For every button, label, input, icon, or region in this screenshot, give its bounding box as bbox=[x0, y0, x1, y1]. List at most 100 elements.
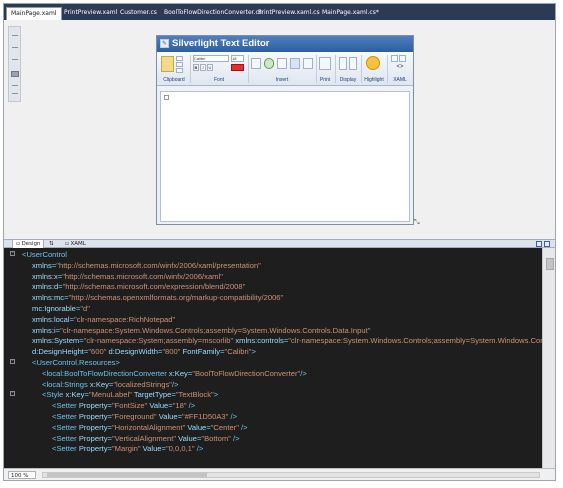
editor-scroll-thumb[interactable] bbox=[546, 258, 554, 270]
code-token: > bbox=[213, 390, 219, 400]
code-line[interactable]: xmlns:x="http://schemas.microsoft.com/wi… bbox=[32, 272, 223, 283]
tab-mainpage-xaml-cs[interactable]: MainPage.xaml.cs* bbox=[318, 7, 383, 20]
code-line[interactable]: <Style x:Key="MenuLabel" TargetType="Tex… bbox=[42, 390, 218, 401]
code-token: /> bbox=[238, 422, 248, 432]
editor-hscroll-thumb[interactable] bbox=[47, 473, 207, 477]
format-painter-icon[interactable] bbox=[176, 68, 183, 73]
code-token: Setter bbox=[56, 412, 77, 421]
code-line[interactable]: <UserControl bbox=[22, 250, 67, 261]
swap-panes-button[interactable]: ⇅ bbox=[46, 240, 57, 248]
code-token: Value bbox=[185, 422, 207, 432]
tab-mainpage-xaml[interactable]: MainPage.xaml bbox=[6, 7, 62, 20]
insert-hyperlink-icon[interactable] bbox=[264, 58, 274, 69]
zoom-slider-thumb[interactable] bbox=[11, 71, 19, 77]
zoom-level-select[interactable]: 100 % bbox=[8, 471, 36, 479]
code-token: "http://schemas.microsoft.com/expression… bbox=[62, 282, 246, 292]
code-line[interactable]: <Setter Property="HorizontalAlignment" V… bbox=[52, 423, 248, 434]
code-line[interactable]: <local:BoolToFlowDirectionConverter x:Ke… bbox=[42, 369, 307, 380]
ribbon-toolbar: Clipboard Calibri 18 B I U Font Insert P… bbox=[157, 52, 413, 86]
code-token: /> bbox=[186, 401, 196, 411]
display-page-icon[interactable] bbox=[339, 57, 347, 70]
code-line[interactable]: <Setter Property="FontSize" Value="18" /… bbox=[52, 401, 195, 412]
code-token: "BoolToFlowDirectionConverter" bbox=[192, 368, 301, 378]
collapse-toggle-icon[interactable]: - bbox=[10, 391, 15, 396]
code-token: /> bbox=[171, 379, 179, 389]
text-caret-marker bbox=[164, 95, 169, 100]
code-token: UserControl.Resources bbox=[36, 358, 116, 367]
highlight-sun-icon[interactable] bbox=[366, 56, 380, 70]
tab-printpreview-xaml-cs[interactable]: PrintPreview.xaml.cs bbox=[254, 7, 324, 20]
code-token: FontFamily bbox=[180, 347, 221, 357]
code-line[interactable]: d:DesignHeight="600" d:DesignWidth="800"… bbox=[32, 347, 256, 358]
tab-printpreview-xaml[interactable]: PrintPreview.xaml bbox=[60, 7, 121, 20]
editor-vertical-scrollbar[interactable] bbox=[542, 248, 555, 468]
zoom-slider-notch bbox=[12, 35, 18, 36]
collapse-toggle-icon[interactable]: - bbox=[10, 359, 15, 364]
tab-design[interactable]: ▫ Design bbox=[12, 240, 45, 248]
tab-xaml-label: XAML bbox=[70, 241, 86, 247]
display-draft-icon[interactable] bbox=[349, 57, 357, 70]
zoom-slider-notch bbox=[12, 47, 18, 48]
code-token: "Calibri" bbox=[224, 347, 252, 357]
horizontal-split-icon[interactable] bbox=[536, 241, 542, 247]
insert-datagrid-icon[interactable] bbox=[303, 58, 313, 69]
code-line[interactable]: xmlns="http://schemas.microsoft.com/winf… bbox=[32, 261, 261, 272]
code-line[interactable]: <UserControl.Resources> bbox=[32, 358, 120, 369]
bold-button[interactable]: B bbox=[193, 64, 199, 71]
font-size-select[interactable]: 18 bbox=[231, 55, 244, 62]
paste-icon[interactable] bbox=[161, 56, 174, 72]
insert-calendar-icon[interactable] bbox=[290, 58, 300, 69]
code-line[interactable]: <local:Strings x:Key="localizedStrings"/… bbox=[42, 380, 178, 391]
code-line[interactable]: mc:Ignorable="d" bbox=[32, 304, 90, 315]
code-line[interactable]: xmlns:System="clr-namespace:System;assem… bbox=[32, 336, 555, 347]
font-color-picker[interactable] bbox=[231, 64, 244, 71]
group-separator bbox=[248, 55, 249, 83]
code-line[interactable]: xmlns:local="clr-namespace:RichNotepad" bbox=[32, 315, 175, 326]
group-label-print: Print bbox=[319, 77, 331, 83]
code-token: "Margin" bbox=[111, 444, 141, 454]
code-line[interactable]: xmlns:d="http://schemas.microsoft.com/ex… bbox=[32, 282, 245, 293]
underline-button[interactable]: U bbox=[207, 64, 213, 71]
resize-grip-icon[interactable]: ⤡ bbox=[414, 219, 420, 226]
code-token: "Foreground" bbox=[111, 412, 157, 421]
code-token: "localizedStrings" bbox=[113, 379, 172, 389]
code-token: Value bbox=[176, 433, 197, 443]
xaml-view-icon[interactable]: <> bbox=[391, 64, 409, 70]
xaml-open-icon[interactable] bbox=[399, 55, 406, 62]
silverlight-app-preview[interactable]: ✎ Silverlight Text Editor Clipboard Cali… bbox=[156, 35, 414, 225]
group-label-clipboard: Clipboard bbox=[163, 77, 185, 83]
code-token: x:Key bbox=[63, 390, 85, 400]
code-line[interactable]: <Setter Property="Margin" Value="0,0,0,1… bbox=[52, 444, 203, 455]
tab-xaml[interactable]: ▫ XAML bbox=[62, 240, 89, 248]
insert-datetime-icon[interactable] bbox=[277, 58, 287, 69]
print-icon[interactable] bbox=[319, 57, 331, 70]
copy-icon[interactable] bbox=[176, 62, 183, 67]
font-family-select[interactable]: Calibri bbox=[193, 55, 229, 62]
tab-booltoflowdirectionconverter-cs[interactable]: BoolToFlowDirectionConverter.cs bbox=[160, 7, 266, 20]
code-token: local:BoolToFlowDirectionConverter bbox=[46, 368, 167, 378]
insert-image-icon[interactable] bbox=[251, 58, 261, 69]
collapse-toggle-icon[interactable]: - bbox=[10, 251, 15, 256]
code-line[interactable]: <Setter Property="Foreground" Value="#FF… bbox=[52, 412, 237, 423]
cut-icon[interactable] bbox=[176, 56, 183, 61]
code-token: xmlns:d bbox=[32, 282, 59, 292]
code-token: x:Key bbox=[166, 368, 188, 378]
rich-text-area[interactable] bbox=[160, 91, 410, 222]
code-line[interactable]: xmlns:i="clr-namespace:System.Windows.Co… bbox=[32, 326, 370, 337]
vertical-split-icon[interactable] bbox=[544, 241, 550, 247]
code-line[interactable]: xmlns:mc="http://schemas.openxmlformats.… bbox=[32, 293, 283, 304]
code-token: "clr-namespace:System.Windows.Controls;a… bbox=[60, 325, 371, 335]
app-logo-icon: ✎ bbox=[160, 39, 169, 48]
design-surface[interactable]: ✎ Silverlight Text Editor Clipboard Cali… bbox=[4, 20, 555, 239]
code-token: "http://schemas.microsoft.com/winfx/2006… bbox=[62, 271, 223, 281]
xaml-save-icon[interactable] bbox=[391, 55, 398, 62]
code-token: Value bbox=[147, 401, 169, 411]
italic-button[interactable]: I bbox=[200, 64, 206, 71]
zoom-slider[interactable] bbox=[8, 26, 21, 102]
xaml-code-editor[interactable]: - - - <UserControl xmlns="http://schemas.… bbox=[4, 248, 555, 468]
tab-customer-cs[interactable]: Customer.cs bbox=[116, 7, 161, 20]
tab-design-label: Design bbox=[21, 241, 41, 247]
code-token: "MenuLabel" bbox=[88, 390, 132, 400]
editor-horizontal-scrollbar[interactable] bbox=[42, 472, 540, 478]
code-line[interactable]: <Setter Property="VerticalAlignment" Val… bbox=[52, 434, 240, 445]
